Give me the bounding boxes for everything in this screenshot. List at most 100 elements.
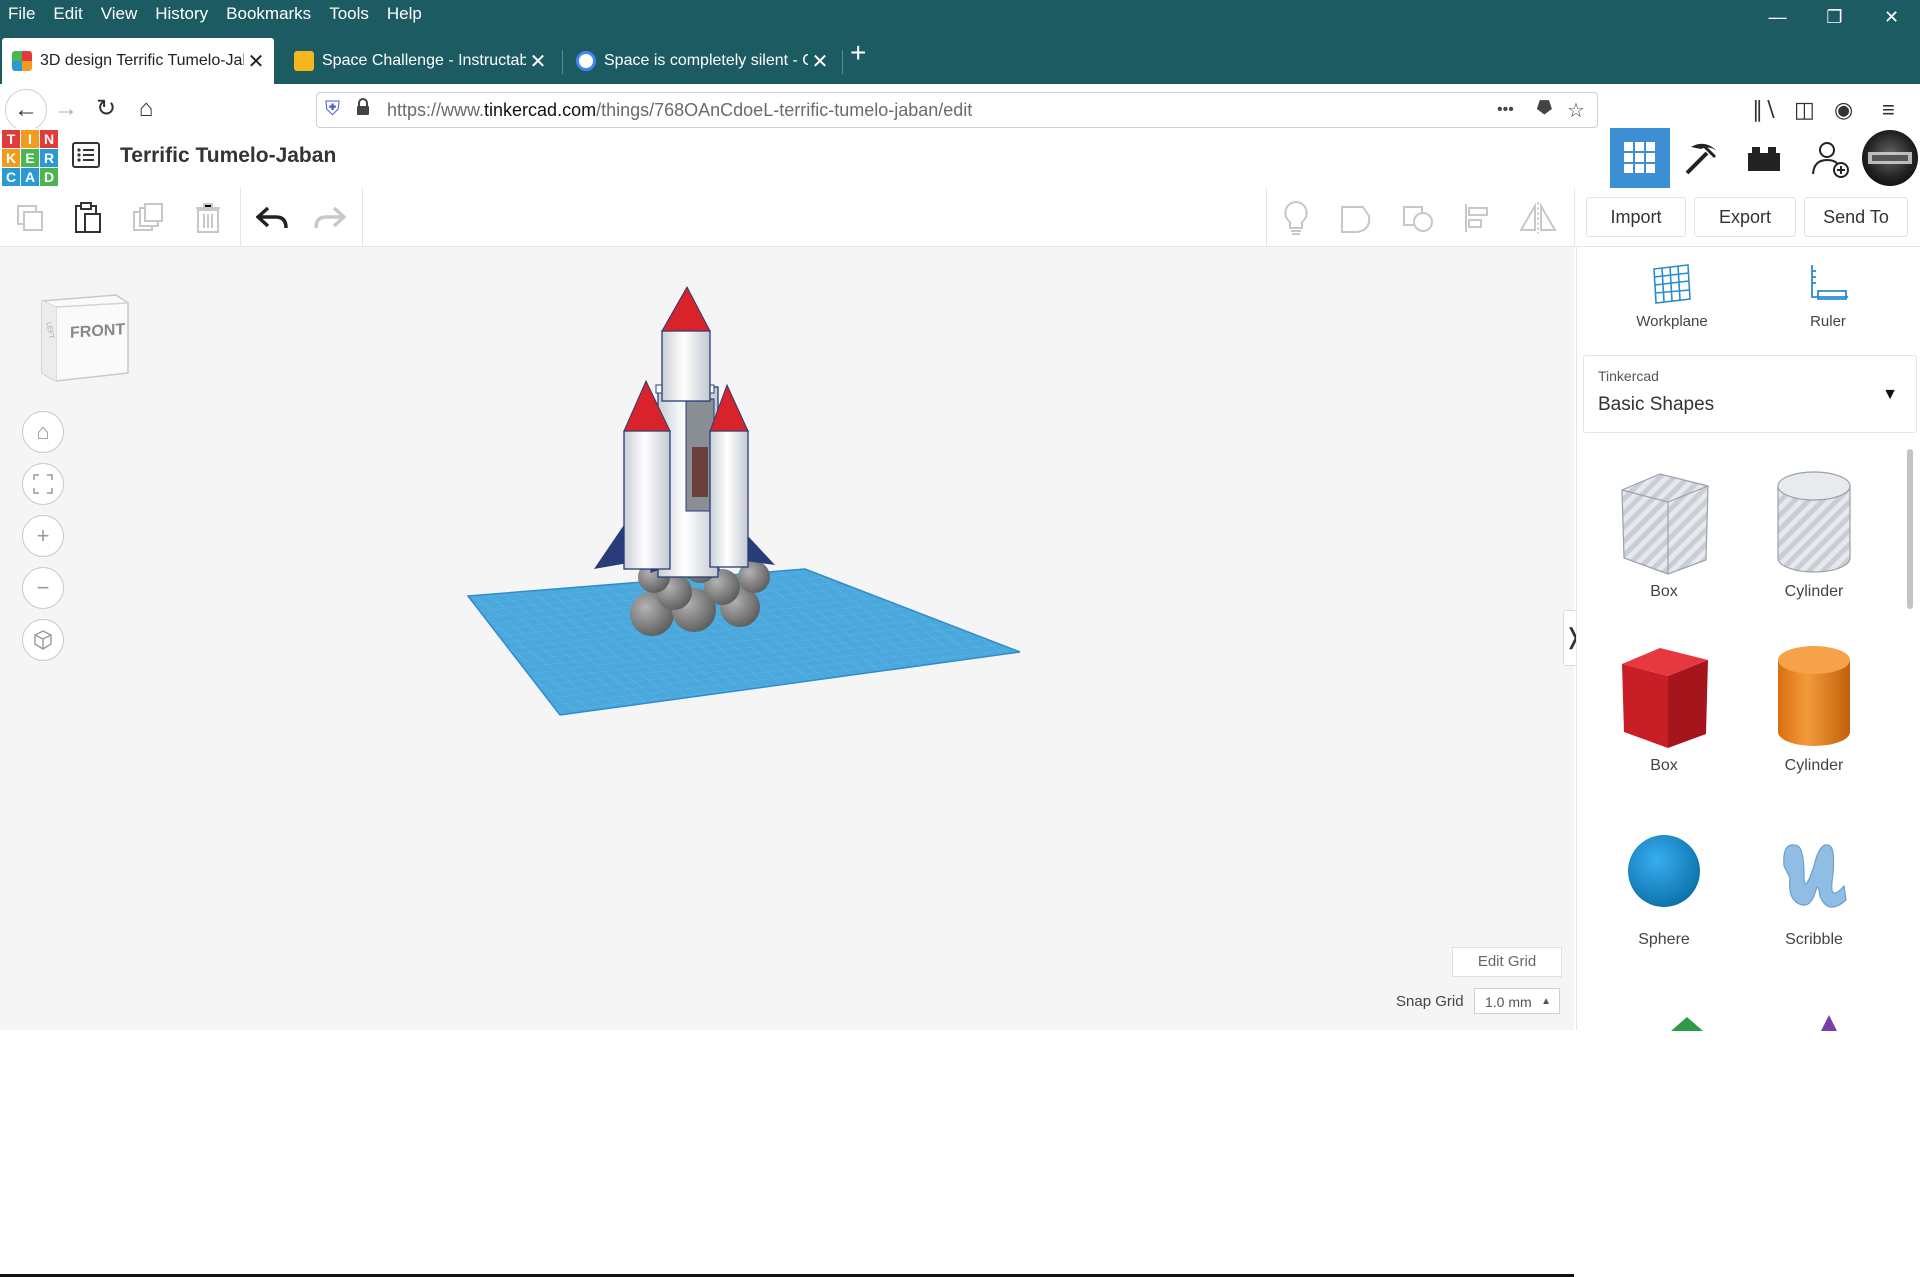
redo-button[interactable] [308,196,352,240]
menu-help[interactable]: Help [378,4,431,24]
instructables-favicon-icon [294,51,314,71]
clipboard-icon [75,202,101,233]
mirror-button[interactable] [1516,196,1560,240]
blocks-view-button[interactable] [1672,128,1732,188]
design-list-icon[interactable] [72,142,100,170]
grid-icon [1624,142,1655,173]
edit-grid-button[interactable]: Edit Grid [1452,947,1562,977]
workplane-icon [1653,264,1691,304]
close-tab-icon[interactable]: ✕ [244,49,268,74]
account-icon[interactable]: ◉ [1834,97,1853,123]
lock-icon[interactable] [355,98,371,122]
undo-icon [256,206,288,229]
copy-icon [17,205,43,231]
shape-sphere[interactable]: Sphere [1589,811,1739,949]
dropdown-arrow-icon: ▼ [1882,386,1898,403]
scrollbar[interactable] [1907,449,1913,609]
pocket-icon[interactable]: ⯂ [1535,98,1551,121]
3d-view-button[interactable] [1610,128,1670,188]
ruler-button[interactable]: Ruler [1773,261,1883,330]
3d-workspace[interactable]: FRONT LEFT ⌂ + − ❭ Edit Grid Snap Grid 1… [0,247,1583,1277]
home-icon[interactable]: ⌂ [126,89,166,129]
snap-grid-value: 1.0 mm [1485,994,1532,1010]
close-tab-icon[interactable]: ✕ [526,49,550,74]
url-path: /things/768OAnCdoeL-terrific-tumelo-jaba… [596,100,973,120]
export-button[interactable]: Export [1694,197,1796,237]
tab-google[interactable]: Space is completely silent - Google ✕ [566,38,838,84]
shield-icon[interactable]: ⛨ [325,98,340,121]
shape-label: Box [1650,757,1678,774]
reload-icon[interactable]: ↻ [86,89,126,129]
sidebar-icon[interactable]: ◫ [1794,97,1815,123]
scribble-icon [1783,844,1847,908]
send-to-button[interactable]: Send To [1804,197,1908,237]
ungroup-button[interactable] [1396,196,1440,240]
menu-bookmarks[interactable]: Bookmarks [217,4,320,24]
box-hole-icon [1621,473,1709,575]
trash-icon [196,203,220,233]
logo-letter: T [2,130,20,148]
shape-scribble[interactable]: Scribble [1739,811,1889,949]
redo-icon [314,206,346,229]
close-tab-icon[interactable]: ✕ [808,49,832,74]
align-button[interactable] [1456,196,1500,240]
invite-user-button[interactable] [1800,128,1860,188]
3d-scene[interactable] [0,247,1574,1030]
menu-file[interactable]: File [0,4,44,24]
design-title[interactable]: Terrific Tumelo-Jaban [120,144,336,168]
forward-icon[interactable]: → [46,89,86,129]
shape-cylinder-hole[interactable]: Cylinder [1739,463,1889,601]
tab-tinkercad[interactable]: 3D design Terrific Tumelo-Jaban ✕ [2,38,274,84]
undo-button[interactable] [250,196,294,240]
logo-letter: C [2,168,20,186]
menu-history[interactable]: History [146,4,217,24]
tab-bar: 3D design Terrific Tumelo-Jaban ✕ Space … [0,28,1920,84]
paste-button[interactable] [66,196,110,240]
shape-label: Box [1650,583,1678,600]
bookmark-star-icon[interactable]: ☆ [1567,98,1585,123]
new-tab-icon[interactable]: + [850,38,866,68]
tinkercad-favicon-icon [12,51,32,71]
toolbar-separator [362,188,363,246]
shape-library-select[interactable]: Tinkercad Basic Shapes ▼ [1583,355,1917,433]
app-header: T I N K E R C A D Terrific Tumelo-Jaban [0,128,1920,189]
import-button[interactable]: Import [1586,197,1686,237]
ruler-label: Ruler [1810,313,1846,330]
menu-edit[interactable]: Edit [44,4,91,24]
shape-cylinder[interactable]: Cylinder [1739,637,1889,775]
library-icon[interactable]: ∥∖ [1752,97,1777,123]
snap-grid-select[interactable]: 1.0 mm ▲ [1474,988,1560,1014]
hamburger-menu-icon[interactable]: ≡ [1882,97,1895,123]
shape-label: Cylinder [1784,757,1844,774]
tab-instructables[interactable]: Space Challenge - Instructables ✕ [284,38,556,84]
shape-box-hole[interactable]: Box [1589,463,1739,601]
logo-letter: K [2,149,20,167]
url-domain: tinkercad.com [484,100,597,120]
menu-view[interactable]: View [92,4,147,24]
menu-bar: File Edit View History Bookmarks Tools H… [0,0,1920,28]
menu-tools[interactable]: Tools [320,4,378,24]
workplane-button[interactable]: Workplane [1617,261,1727,330]
tinkercad-logo[interactable]: T I N K E R C A D [2,130,58,186]
tab-title: 3D design Terrific Tumelo-Jaban [40,52,244,69]
toolbar-separator [1574,188,1575,246]
page-actions-icon[interactable]: ••• [1497,101,1514,119]
logo-letter: N [40,130,58,148]
avatar[interactable] [1860,128,1920,188]
align-icon [1465,204,1488,232]
duplicate-button[interactable] [126,196,170,240]
group-button[interactable] [1334,196,1378,240]
back-icon[interactable]: ← [5,89,47,131]
avatar-image [1862,130,1918,186]
notes-button[interactable] [1274,196,1318,240]
copy-button[interactable] [8,196,52,240]
tab-title: Space Challenge - Instructables [322,52,526,69]
duplicate-icon [133,203,163,231]
shape-box[interactable]: Box [1589,637,1739,775]
toolbar-separator [240,188,241,246]
url-bar[interactable]: ⛨ https://www.tinkercad.com/things/768OA… [316,92,1598,128]
bricks-view-button[interactable] [1734,128,1794,188]
shape-label: Cylinder [1784,583,1844,600]
delete-button[interactable] [186,196,230,240]
logo-letter: A [21,168,39,186]
